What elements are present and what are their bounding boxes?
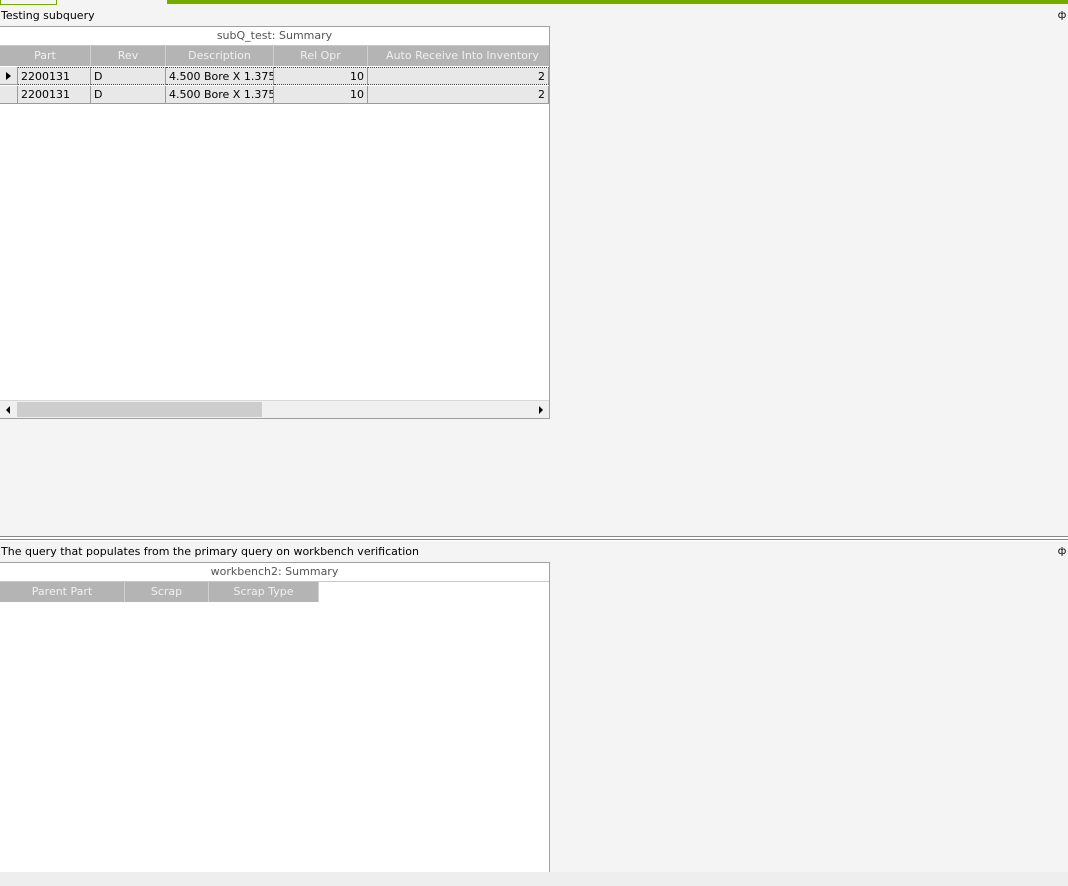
grid-caption: workbench2: Summary	[0, 563, 549, 582]
cell-rev[interactable]: D	[91, 86, 166, 104]
status-strip	[0, 872, 1068, 886]
row-selector[interactable]	[0, 86, 18, 104]
arrow-left-icon	[6, 406, 10, 414]
pin-icon[interactable]: ф	[1057, 5, 1067, 26]
cell-description[interactable]: 4.500 Bore X 1.375	[166, 86, 274, 104]
scroll-right-button[interactable]	[532, 401, 549, 418]
cell-part[interactable]: 2200131	[18, 67, 91, 85]
column-header-auto-receive[interactable]: Auto Receive Into Inventory	[368, 46, 549, 66]
panel1-empty-area	[550, 26, 1068, 536]
column-header-scrap[interactable]: Scrap	[125, 582, 209, 602]
scroll-left-button[interactable]	[0, 401, 17, 418]
column-headers: Part Rev Description Rel Opr Auto Receiv…	[0, 46, 549, 66]
cell-auto-receive[interactable]: 2	[368, 67, 549, 85]
column-header-rev[interactable]: Rev	[91, 46, 166, 66]
cell-part[interactable]: 2200131	[18, 86, 91, 104]
workbench2-grid: workbench2: Summary Parent Part Scrap Sc…	[0, 562, 550, 873]
panel1-title: Testing subquery	[1, 9, 95, 22]
panel2-header: The query that populates from the primar…	[0, 541, 1068, 562]
arrow-right-icon	[539, 406, 543, 414]
cell-rel-opr[interactable]: 10	[274, 67, 368, 85]
panel-splitter[interactable]	[0, 536, 1068, 540]
scrollbar-thumb[interactable]	[17, 402, 262, 417]
pin-icon[interactable]: ф	[1057, 541, 1067, 562]
subq-test-grid: subQ_test: Summary Part Rev Description …	[0, 26, 550, 419]
column-header-part[interactable]: Part	[0, 46, 91, 66]
cell-rev[interactable]: D	[91, 67, 166, 85]
column-headers: Parent Part Scrap Scrap Type	[0, 582, 319, 602]
column-header-description[interactable]: Description	[166, 46, 274, 66]
row-pointer-icon	[6, 72, 11, 80]
cell-auto-receive[interactable]: 2	[368, 86, 549, 104]
grid-caption: subQ_test: Summary	[0, 27, 549, 46]
column-header-scrap-type[interactable]: Scrap Type	[209, 582, 319, 602]
panel1-header: Testing subquery ф	[0, 5, 1068, 26]
cell-description[interactable]: 4.500 Bore X 1.375	[166, 67, 274, 85]
accent-bar	[167, 0, 1068, 4]
column-header-parent-part[interactable]: Parent Part	[0, 582, 125, 602]
table-row[interactable]: 2200131 D 4.500 Bore X 1.375 10 2	[0, 67, 549, 85]
cell-rel-opr[interactable]: 10	[274, 86, 368, 104]
panel2-empty-area	[550, 562, 1068, 872]
table-row[interactable]: 2200131 D 4.500 Bore X 1.375 10 2	[0, 86, 549, 104]
panel1-empty-area-bottom	[0, 418, 550, 536]
row-selector[interactable]	[0, 67, 18, 85]
horizontal-scrollbar[interactable]	[0, 400, 549, 418]
panel2-title: The query that populates from the primar…	[1, 545, 419, 558]
column-header-rel-opr[interactable]: Rel Opr	[274, 46, 368, 66]
